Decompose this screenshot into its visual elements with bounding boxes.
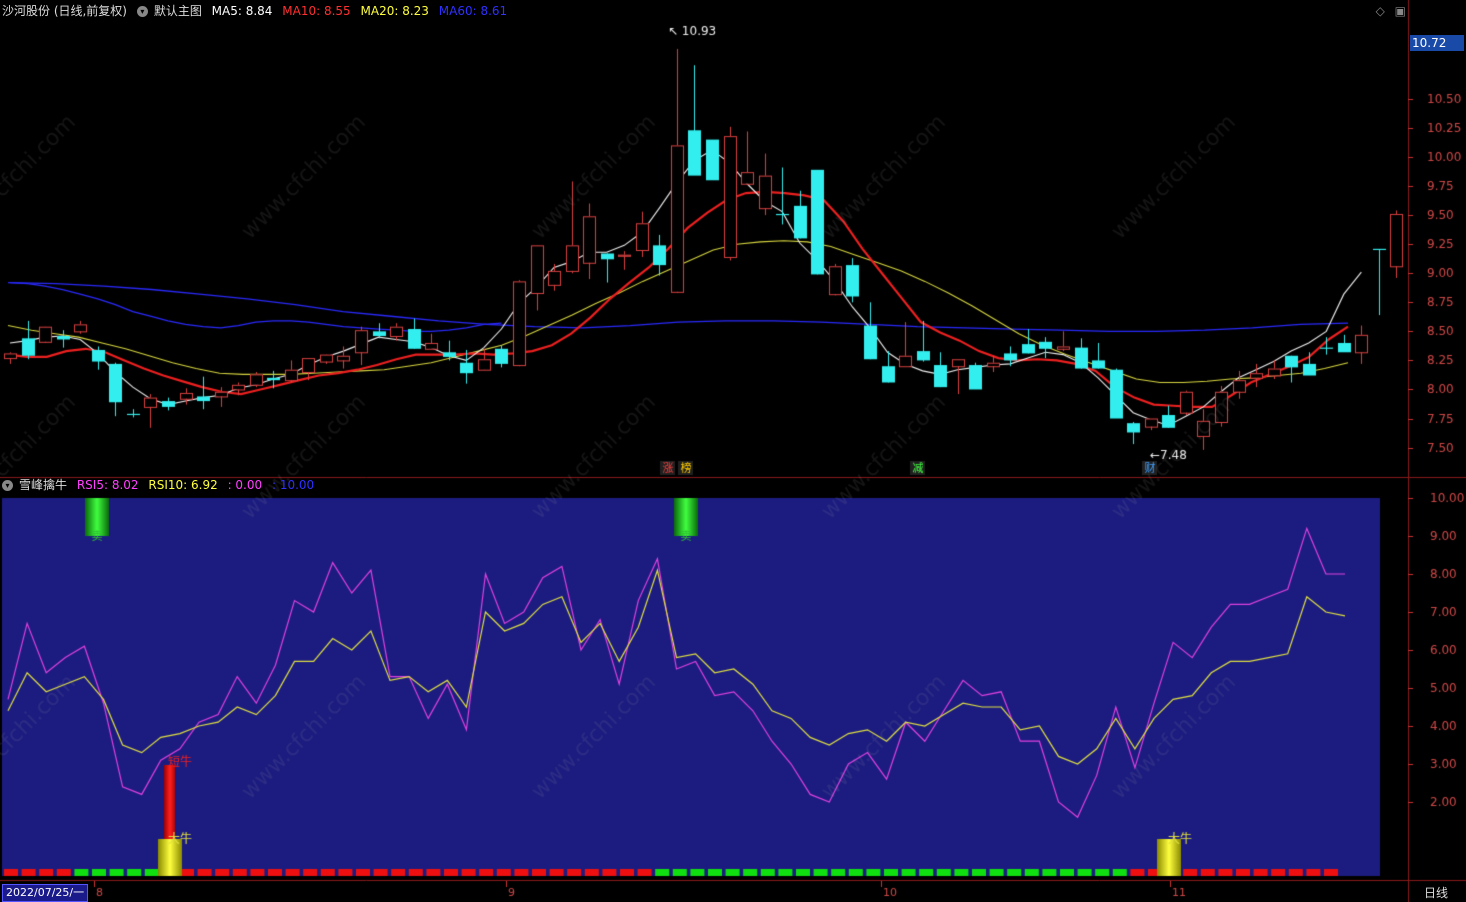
- current-price-box: 10.72: [1410, 35, 1464, 51]
- indicator-title[interactable]: 雪峰擒牛: [19, 478, 67, 492]
- ma10-label: MA10: 8.55: [282, 4, 351, 18]
- period-label[interactable]: 日线: [1424, 884, 1448, 901]
- panel-tools: ◇ ▣: [1376, 4, 1406, 18]
- indicator-dropdown-icon[interactable]: ▾: [2, 480, 13, 491]
- maximize-icon[interactable]: ▣: [1395, 4, 1406, 18]
- sub-panel-header: ▾ 雪峰擒牛 RSI5: 8.02 RSI10: 6.92 : 0.00 : 10…: [2, 475, 320, 495]
- ma20-label: MA20: 8.23: [360, 4, 429, 18]
- stock-title[interactable]: 沙河股份 (日线,前复权): [2, 4, 127, 18]
- diamond-icon[interactable]: ◇: [1376, 4, 1385, 18]
- template-name[interactable]: 默认主图: [154, 4, 202, 18]
- cursor-date: 2022/07/25/一: [2, 884, 89, 902]
- zero-label: : 0.00: [227, 478, 263, 492]
- ma60-label: MA60: 8.61: [438, 4, 508, 18]
- rsi10-label: RSI10: 6.92: [148, 478, 218, 492]
- rsi5-label: RSI5: 8.02: [76, 478, 139, 492]
- main-panel-header: 沙河股份 (日线,前复权) ▾ 默认主图 MA5: 8.84 MA10: 8.55…: [2, 1, 513, 21]
- template-dropdown-icon[interactable]: ▾: [136, 6, 148, 17]
- ma5-label: MA5: 8.84: [211, 4, 273, 18]
- ten-label: : 10.00: [271, 478, 315, 492]
- kline-chart[interactable]: [0, 0, 1466, 902]
